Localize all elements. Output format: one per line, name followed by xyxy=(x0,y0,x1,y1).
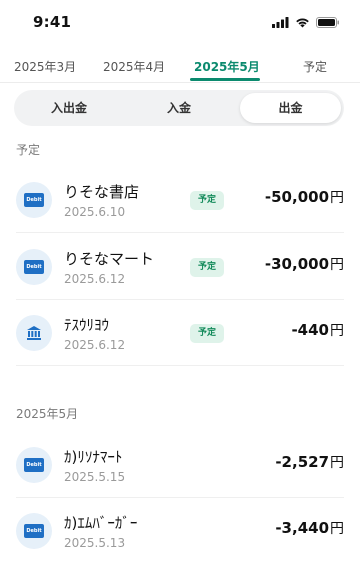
debit-card-icon: Debit xyxy=(16,447,52,483)
transaction-date: 2025.5.13 xyxy=(64,536,126,550)
bank-icon xyxy=(16,315,52,351)
scheduled-badge: 予定 xyxy=(190,191,224,210)
transaction-name: ｶ)ﾘｿﾅﾏｰﾄ xyxy=(64,448,123,466)
list-item[interactable]: Debit ｶ)ｴﾑﾊﾞｰｶﾞｰ 2025.5.13 -3,440円 xyxy=(0,498,360,564)
scheduled-badge: 予定 xyxy=(190,258,224,277)
wifi-icon xyxy=(296,17,309,27)
transaction-name: ｶ)ｴﾑﾊﾞｰｶﾞｰ xyxy=(64,514,138,532)
transaction-amount: -440円 xyxy=(291,321,344,339)
transaction-name: りそな書店 xyxy=(64,183,140,201)
status-icons xyxy=(272,16,340,28)
transaction-name: ﾃｽｳﾘﾖｳ xyxy=(64,316,110,334)
row-divider xyxy=(16,365,344,366)
transaction-amount: -30,000円 xyxy=(264,255,344,273)
debit-card-icon: Debit xyxy=(16,513,52,549)
debit-card-icon: Debit xyxy=(16,182,52,218)
status-bar: 9:41 xyxy=(0,0,360,44)
tab-scheduled[interactable]: 予定 xyxy=(303,58,327,75)
segment-all[interactable]: 入出金 xyxy=(17,93,121,123)
transaction-amount: -3,440円 xyxy=(275,519,344,537)
tab-2025-03[interactable]: 2025年3月 xyxy=(14,58,76,75)
list-item[interactable]: Debit りそなマート 2025.6.12 予定 -30,000円 xyxy=(0,234,360,300)
list-item[interactable]: Debit りそな書店 2025.6.10 予定 -50,000円 xyxy=(0,167,360,233)
status-time: 9:41 xyxy=(33,13,72,31)
transaction-date: 2025.6.12 xyxy=(64,338,126,352)
scheduled-badge: 予定 xyxy=(190,324,224,343)
month-section-label: 2025年5月 xyxy=(16,407,79,421)
battery-icon xyxy=(316,16,339,28)
transaction-amount: -2,527円 xyxy=(275,453,344,471)
tab-2025-05[interactable]: 2025年5月 xyxy=(194,58,260,75)
transaction-amount: -50,000円 xyxy=(264,188,344,206)
transaction-date: 2025.6.12 xyxy=(64,272,126,286)
signal-icon xyxy=(272,16,289,28)
month-tabs: 2025年3月 2025年4月 2025年5月 予定 xyxy=(0,50,360,82)
scheduled-section-label: 予定 xyxy=(16,143,41,157)
tab-2025-04[interactable]: 2025年4月 xyxy=(103,58,165,75)
segment-deposit[interactable]: 入金 xyxy=(127,93,231,123)
active-tab-indicator xyxy=(190,78,260,81)
tabs-divider xyxy=(0,82,360,83)
transaction-date: 2025.6.10 xyxy=(64,205,126,219)
debit-card-icon: Debit xyxy=(16,249,52,285)
segment-withdrawal[interactable]: 出金 xyxy=(240,93,341,123)
transaction-date: 2025.5.15 xyxy=(64,470,126,484)
transaction-name: りそなマート xyxy=(64,250,155,268)
list-item[interactable]: ﾃｽｳﾘﾖｳ 2025.6.12 予定 -440円 xyxy=(0,300,360,366)
transaction-type-segment: 入出金 入金 出金 xyxy=(14,90,344,126)
list-item[interactable]: Debit ｶ)ﾘｿﾅﾏｰﾄ 2025.5.15 -2,527円 xyxy=(0,432,360,498)
row-divider xyxy=(16,232,344,233)
